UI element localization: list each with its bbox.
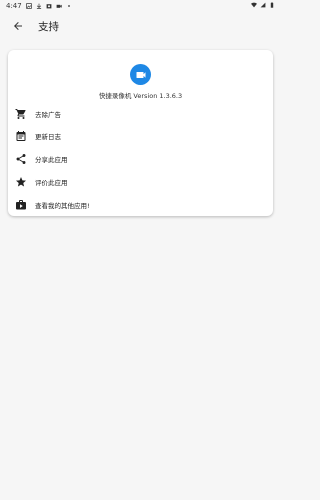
menu-item-remove-ads[interactable]: 去除广告 xyxy=(8,103,273,125)
dot-icon xyxy=(67,5,70,7)
video-camera-icon xyxy=(136,71,145,78)
share-icon xyxy=(15,153,27,165)
menu-item-label: 去除广告 xyxy=(35,111,61,119)
wifi-icon xyxy=(251,2,257,8)
menu-item-label: 查看我的其他应用! xyxy=(35,202,90,210)
image-icon xyxy=(25,3,32,9)
camera-icon xyxy=(46,4,52,9)
status-right xyxy=(251,2,275,8)
back-button[interactable] xyxy=(10,18,26,34)
download-icon xyxy=(36,3,41,9)
page-title: 支持 xyxy=(38,21,59,33)
status-left: 4:47 xyxy=(6,2,72,10)
app-version: 快捷录像机 Version 1.3.6.3 xyxy=(98,92,183,100)
store-bag-icon xyxy=(15,199,27,211)
signal-icon xyxy=(260,2,266,8)
app-logo xyxy=(130,64,151,85)
status-bar: 4:47 xyxy=(0,0,281,12)
menu-item-share[interactable]: 分享此应用 xyxy=(8,148,273,170)
menu-item-changelog[interactable]: 更新日志 xyxy=(8,125,273,147)
menu-item-label: 更新日志 xyxy=(35,133,61,141)
support-card: 快捷录像机 Version 1.3.6.3 去除广告 更新日志 分享此应用 评价… xyxy=(8,50,273,216)
cart-icon xyxy=(15,108,27,120)
menu-item-other-apps[interactable]: 查看我的其他应用! xyxy=(8,194,273,216)
app-bar: 支持 xyxy=(0,12,281,42)
video-icon xyxy=(56,4,62,8)
menu-item-label: 分享此应用 xyxy=(35,156,68,164)
calendar-icon xyxy=(15,130,27,142)
status-time: 4:47 xyxy=(6,2,22,10)
battery-icon xyxy=(270,2,274,8)
menu-item-rate[interactable]: 评价此应用 xyxy=(8,171,273,193)
back-arrow-icon xyxy=(14,22,22,30)
menu-item-label: 评价此应用 xyxy=(35,179,68,187)
star-icon xyxy=(15,176,27,188)
